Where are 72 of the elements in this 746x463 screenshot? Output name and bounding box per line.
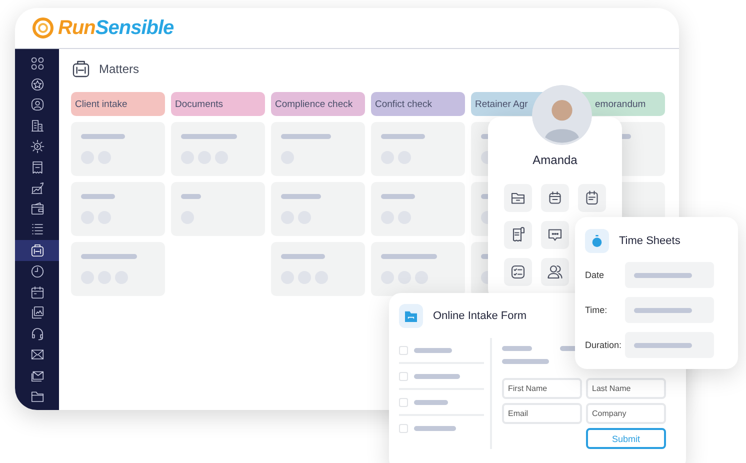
building-icon — [30, 118, 44, 134]
placeholder-line — [381, 134, 425, 139]
folder-icon — [399, 304, 423, 328]
logo-icon — [32, 17, 54, 39]
column-header: Client intake — [71, 92, 165, 116]
card-title: Time Sheets — [619, 235, 680, 247]
avatar-icon — [532, 85, 592, 145]
form-title: Online Intake Form — [433, 310, 527, 322]
checkbox[interactable] — [399, 424, 408, 432]
page-title: Matters — [99, 62, 140, 76]
calendar-icon — [30, 284, 44, 300]
profile-name: Amanda — [532, 153, 578, 167]
placeholder-line — [181, 194, 201, 199]
users-icon[interactable] — [541, 258, 569, 286]
placeholder-line — [181, 134, 237, 139]
clock-icon — [30, 264, 44, 279]
column-header: Documents — [171, 92, 265, 116]
placeholder-line — [81, 134, 125, 139]
images-icon — [30, 305, 44, 320]
field-label: Date — [585, 270, 606, 280]
placeholder-line — [502, 346, 532, 351]
input-field[interactable]: Last Name — [586, 378, 666, 399]
grid-icon — [30, 56, 44, 71]
checkbox[interactable] — [399, 372, 408, 380]
bulb-icon — [30, 139, 44, 154]
stopwatch-icon — [585, 229, 609, 253]
calendar-icon[interactable] — [541, 184, 569, 212]
placeholder-line — [281, 194, 321, 199]
placeholder-line — [414, 400, 448, 404]
folder-icon[interactable] — [504, 184, 532, 212]
input-field[interactable]: Company — [586, 403, 666, 424]
submit-button[interactable]: Submit — [586, 428, 666, 449]
checkbox[interactable] — [399, 398, 408, 406]
placeholder-line — [281, 134, 331, 139]
placeholder-line — [381, 194, 415, 199]
receipt-icon[interactable] — [504, 221, 532, 249]
checklist-icon[interactable] — [504, 258, 532, 286]
checkbox[interactable] — [399, 346, 408, 354]
receipt-icon — [30, 160, 44, 175]
column-header: Confict check — [371, 92, 465, 116]
wallet-icon — [30, 201, 44, 216]
logo-text: RunSensible — [58, 16, 174, 40]
folder-icon — [30, 388, 44, 404]
chart-icon — [30, 180, 44, 196]
input-field[interactable]: First Name — [502, 378, 582, 399]
placeholder-line — [414, 374, 460, 378]
input-field[interactable]: Email — [502, 403, 582, 424]
placeholder-line — [634, 342, 692, 348]
placeholder-line — [634, 308, 692, 312]
field-label: Duration: — [585, 340, 623, 350]
input-field[interactable] — [625, 297, 714, 323]
placeholder-line — [634, 272, 692, 278]
field-label: Time: — [585, 305, 608, 315]
note-icon[interactable] — [578, 184, 606, 212]
column-header: Complience check — [271, 92, 365, 116]
placeholder-line — [81, 254, 137, 259]
briefcase-icon — [71, 59, 91, 79]
user-icon — [30, 97, 44, 112]
placeholder-line — [381, 254, 437, 259]
input-field[interactable] — [625, 262, 714, 288]
chat-icon[interactable] — [541, 221, 569, 249]
placeholder-line — [414, 348, 452, 352]
placeholder-line — [414, 426, 456, 430]
placeholder-line — [81, 194, 115, 199]
sidebar-item[interactable] — [15, 240, 59, 261]
briefcase-icon — [30, 243, 44, 258]
mail-icon — [30, 347, 44, 362]
headset-icon — [30, 326, 44, 342]
list-icon — [30, 222, 44, 238]
placeholder-line — [502, 359, 549, 364]
placeholder-line — [281, 254, 325, 259]
input-field[interactable] — [625, 332, 714, 358]
